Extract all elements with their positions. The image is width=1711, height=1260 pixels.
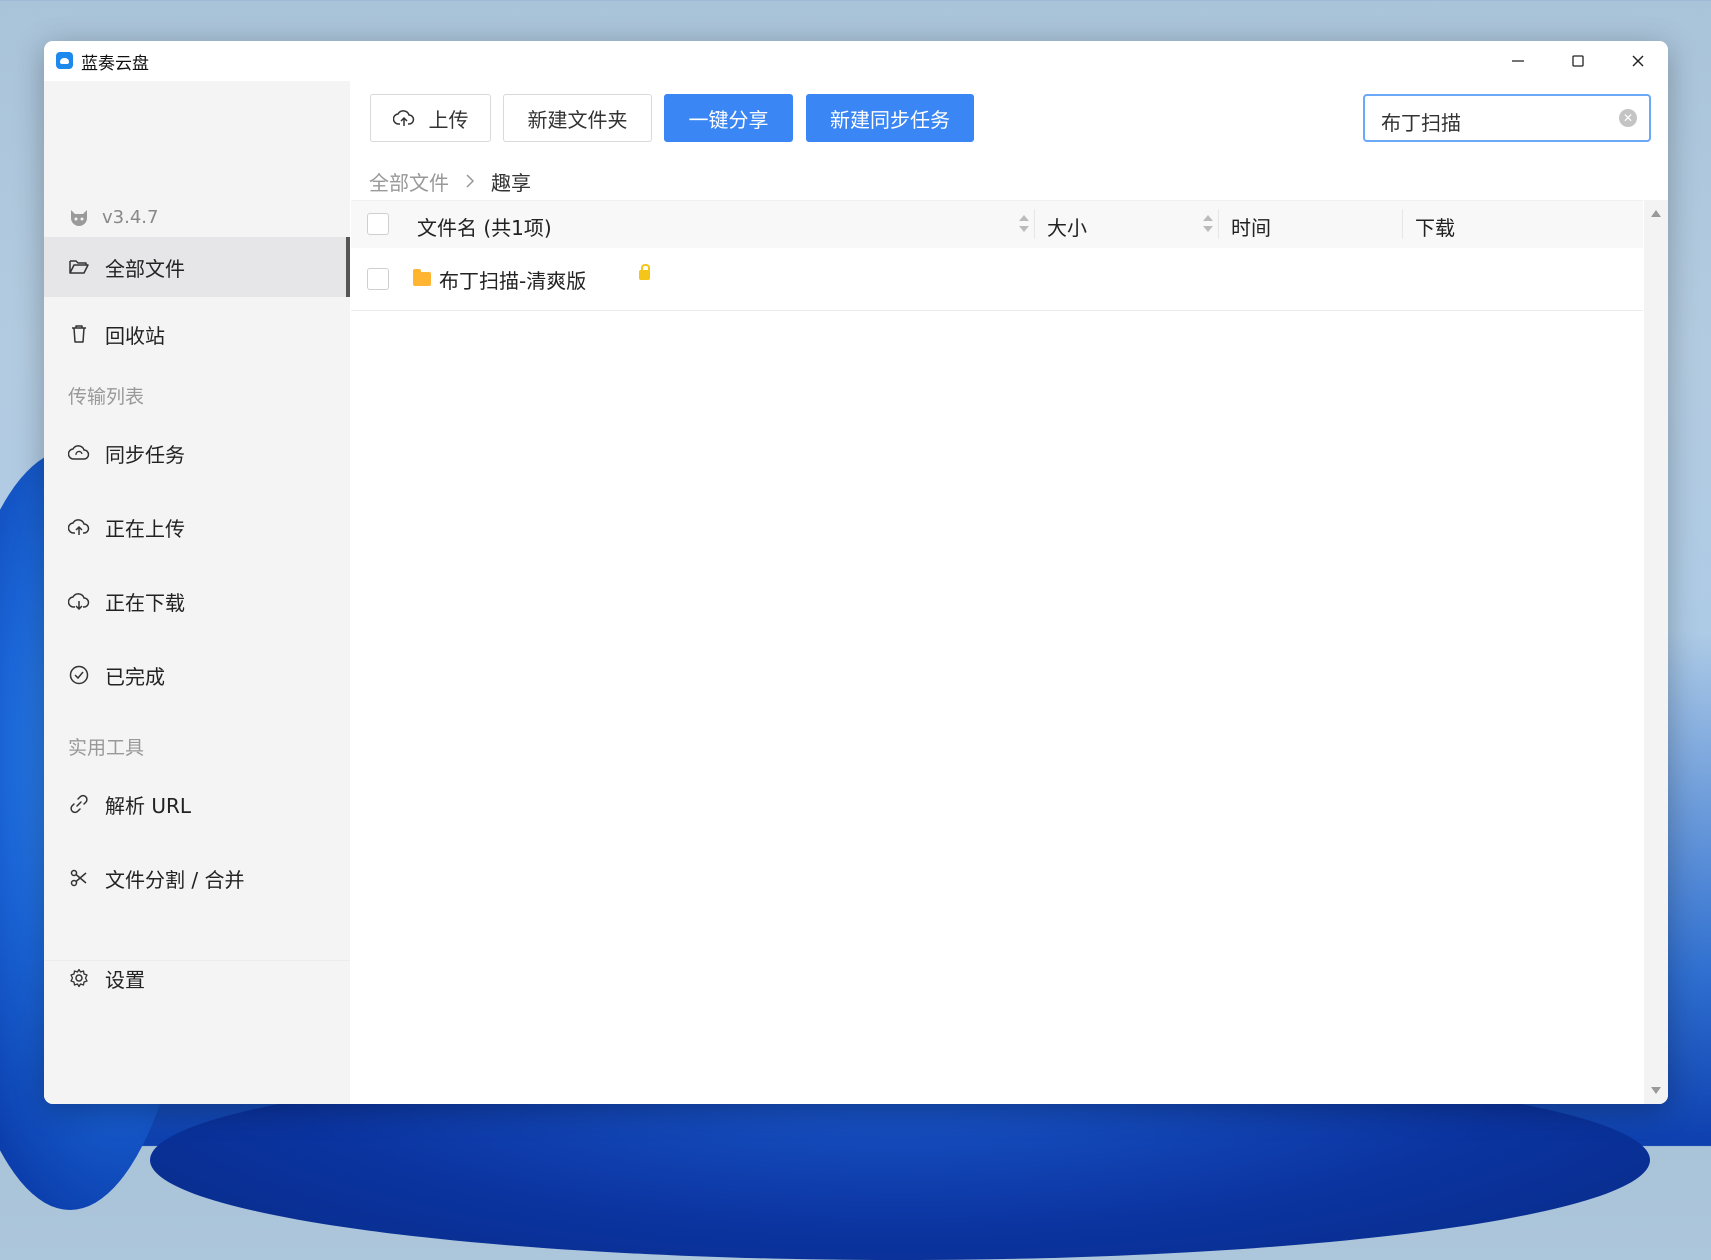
sidebar-item-split-merge[interactable]: 文件分割 / 合并 [44,848,350,908]
vertical-scrollbar[interactable] [1644,200,1668,1104]
upload-button[interactable]: 上传 [370,94,491,142]
breadcrumb: 全部文件 趣享 [369,167,531,196]
upload-button-label: 上传 [428,107,469,132]
header-time: 时间 [1231,216,1271,240]
lock-icon [639,264,650,280]
header-size[interactable]: 大小 [1047,212,1087,241]
table-header: 文件名 (共1项) 大小 时间 下载 [351,200,1643,249]
app-window: 蓝奏云盘 v3.4.7 全部文件 回收站 传输列表 同步任务 正在上传 正在下载… [44,41,1668,1104]
column-divider [1034,209,1035,239]
sidebar-item-label: 解析 URL [105,793,192,818]
version-info[interactable]: v3.4.7 [68,207,158,228]
breadcrumb-current: 趣享 [491,171,531,195]
header-name[interactable]: 文件名 (共1项) [417,212,552,241]
sidebar-item-label: 回收站 [105,323,165,348]
sidebar-item-label: 正在下载 [105,590,185,615]
quick-share-button[interactable]: 一键分享 [664,94,793,142]
maximize-icon[interactable] [1548,41,1608,81]
sidebar-item-label: 同步任务 [105,442,185,467]
sidebar-item-label: 设置 [105,967,145,992]
title-bar: 蓝奏云盘 [44,41,1668,81]
minimize-icon[interactable] [1488,41,1548,81]
new-sync-task-button[interactable]: 新建同步任务 [806,94,974,142]
search-value: 布丁扫描 [1381,111,1461,135]
app-logo-icon [56,52,73,69]
sidebar-item-settings[interactable]: 设置 [44,948,350,1008]
version-label: v3.4.7 [102,207,159,228]
trash-icon [68,323,90,345]
sort-name-icon[interactable] [1019,215,1029,235]
sidebar-item-sync-tasks[interactable]: 同步任务 [44,423,350,483]
file-name[interactable]: 布丁扫描-清爽版 [439,265,586,294]
sidebar-item-label: 全部文件 [105,256,185,281]
breadcrumb-root[interactable]: 全部文件 [369,167,449,196]
link-icon [68,793,90,815]
chevron-right-icon [465,170,475,194]
select-all-checkbox[interactable] [367,213,389,235]
row-checkbox[interactable] [367,268,389,290]
github-cat-icon [71,209,87,226]
sidebar-item-parse-url[interactable]: 解析 URL [44,774,350,834]
section-tools-label: 实用工具 [68,737,145,759]
cloud-upload-icon [392,110,414,126]
cloud-sync-icon [68,442,90,464]
sidebar-item-downloading[interactable]: 正在下载 [44,571,350,631]
sidebar-item-label: 正在上传 [105,516,185,541]
table-row[interactable]: 布丁扫描-清爽版 [351,248,1643,311]
window-title: 蓝奏云盘 [81,54,149,74]
close-icon[interactable] [1608,41,1668,81]
new-folder-button[interactable]: 新建文件夹 [503,94,652,142]
sidebar: v3.4.7 全部文件 回收站 传输列表 同步任务 正在上传 正在下载 已完成 … [44,81,350,1104]
cloud-upload-icon [68,516,90,538]
sidebar-item-completed[interactable]: 已完成 [44,645,350,705]
sidebar-item-recycle-bin[interactable]: 回收站 [44,304,350,364]
sidebar-item-uploading[interactable]: 正在上传 [44,497,350,557]
scissors-icon [68,867,90,889]
header-download: 下载 [1415,216,1455,240]
folder-icon [413,269,431,286]
column-divider [1402,209,1403,239]
folder-open-icon [68,256,90,278]
clear-search-icon[interactable]: ✕ [1619,109,1637,127]
section-transfer-label: 传输列表 [68,386,145,408]
check-circle-icon [68,664,90,686]
sidebar-item-label: 文件分割 / 合并 [105,867,245,892]
search-input[interactable]: 布丁扫描 ✕ [1363,94,1651,142]
scroll-down-icon[interactable] [1651,1087,1661,1094]
scroll-up-icon[interactable] [1651,210,1661,217]
sidebar-item-all-files[interactable]: 全部文件 [44,237,350,297]
column-divider [1218,209,1219,239]
sidebar-item-label: 已完成 [105,664,165,689]
gear-icon [68,967,90,989]
sort-size-icon[interactable] [1203,215,1213,235]
cloud-download-icon [68,590,90,612]
